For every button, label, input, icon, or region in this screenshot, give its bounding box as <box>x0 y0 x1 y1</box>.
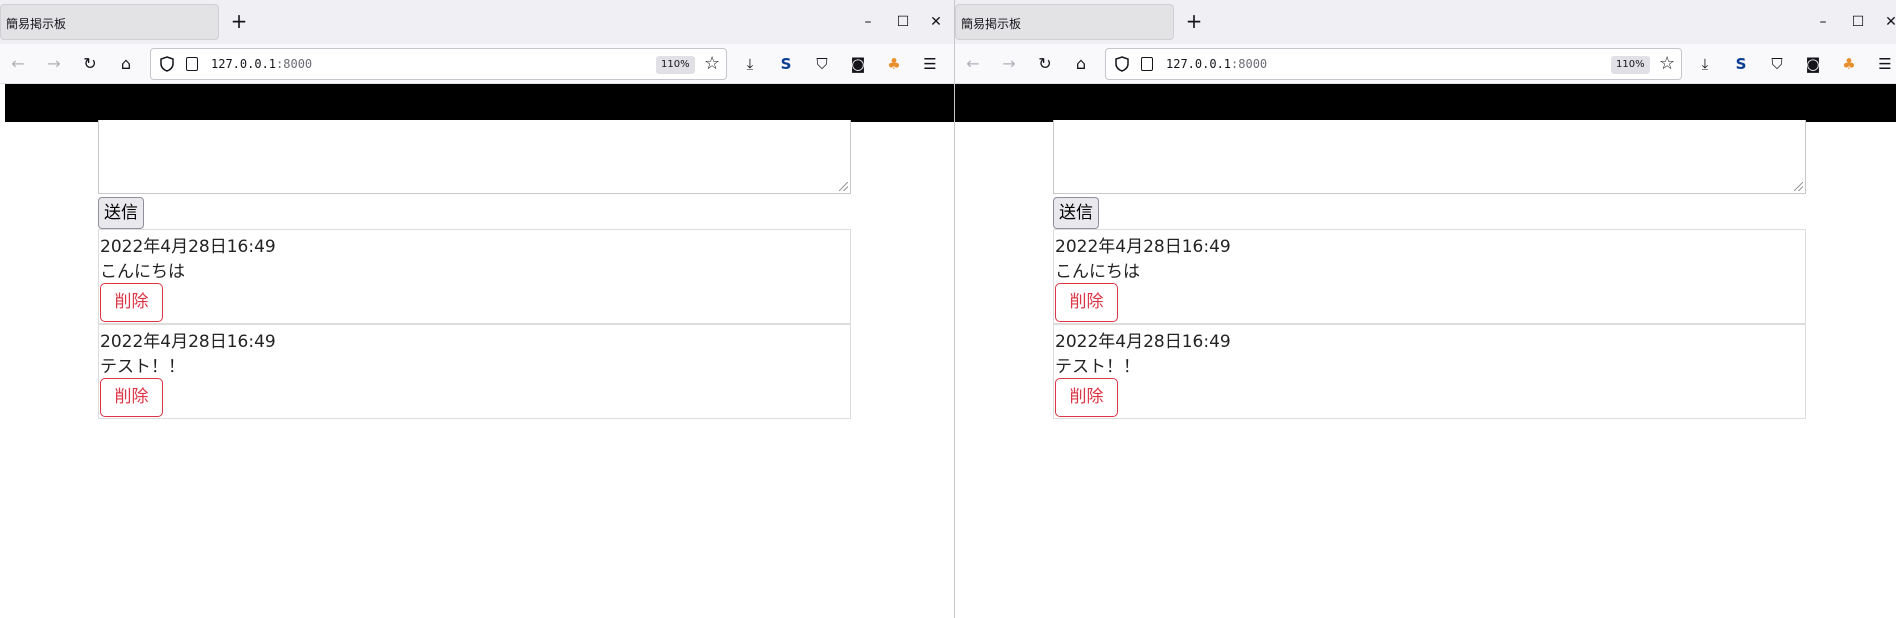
url-port: :8000 <box>1231 57 1268 71</box>
star-icon[interactable]: ☆ <box>1659 53 1675 75</box>
delete-button[interactable]: 削除 <box>100 378 163 417</box>
message-textarea[interactable] <box>98 120 851 194</box>
close-window-button[interactable]: ✕ <box>926 12 946 32</box>
resize-grip-icon[interactable] <box>1794 182 1803 191</box>
url-port: :8000 <box>276 57 313 71</box>
download-icon[interactable]: ⤓ <box>738 52 762 76</box>
zoom-indicator[interactable]: 110% <box>656 56 695 74</box>
minimize-button[interactable]: – <box>858 12 878 32</box>
post-item: 2022年4月28日16:49 テスト！！ 削除 <box>98 324 851 419</box>
post-content: こんにちは <box>100 262 185 282</box>
page-icon <box>1141 57 1153 71</box>
star-icon[interactable]: ☆ <box>704 53 720 75</box>
download-icon[interactable]: ⤓ <box>1693 52 1717 76</box>
post-date: 2022年4月28日16:49 <box>1055 332 1231 352</box>
url-text[interactable]: 127.0.0.1:8000 <box>1166 57 1267 71</box>
hamburger-menu-icon[interactable]: ☰ <box>918 52 942 76</box>
post-item: 2022年4月28日16:49 こんにちは 削除 <box>1053 229 1806 324</box>
tracking-shield-icon[interactable] <box>1114 56 1130 72</box>
browser-window-left: 簡易掲示板 + – ☐ ✕ ← → ↻ ⌂ 127.0.0.1:8000 110… <box>0 0 954 618</box>
post-date: 2022年4月28日16:49 <box>1055 237 1231 257</box>
navigation-toolbar: ← → ↻ ⌂ 127.0.0.1:8000 110% ☆ ⤓ S ⛉ ◙ ♣ … <box>0 44 954 84</box>
redacted-banner <box>955 84 1896 122</box>
url-text[interactable]: 127.0.0.1:8000 <box>211 57 312 71</box>
redacted-banner <box>5 84 954 122</box>
post-date: 2022年4月28日16:49 <box>100 237 276 257</box>
glasses-extension-icon[interactable]: ◙ <box>846 52 870 76</box>
resize-grip-icon[interactable] <box>839 182 848 191</box>
post-item: 2022年4月28日16:49 こんにちは 削除 <box>98 229 851 324</box>
tab-strip: 簡易掲示板 + – ☐ ✕ <box>0 0 954 44</box>
maximize-button[interactable]: ☐ <box>1848 12 1868 32</box>
post-content: テスト！！ <box>100 357 185 377</box>
home-icon[interactable]: ⌂ <box>114 52 138 76</box>
url-bar[interactable]: 127.0.0.1:8000 110% ☆ <box>1105 48 1682 80</box>
reload-icon[interactable]: ↻ <box>1033 52 1057 76</box>
url-bar[interactable]: 127.0.0.1:8000 110% ☆ <box>150 48 727 80</box>
submit-button[interactable]: 送信 <box>98 197 144 229</box>
post-content: テスト！！ <box>1055 357 1140 377</box>
message-textarea[interactable] <box>1053 120 1806 194</box>
post-item: 2022年4月28日16:49 テスト！！ 削除 <box>1053 324 1806 419</box>
hamburger-menu-icon[interactable]: ☰ <box>1873 52 1896 76</box>
forward-arrow-icon[interactable]: → <box>42 52 66 76</box>
minimize-button[interactable]: – <box>1813 12 1833 32</box>
browser-window-right: 簡易掲示板 + – ☐ ✕ ← → ↻ ⌂ 127.0.0.1:8000 110… <box>955 0 1896 618</box>
tab-active[interactable]: 簡易掲示板 <box>0 4 219 40</box>
new-tab-button[interactable]: + <box>226 9 252 35</box>
zoom-indicator[interactable]: 110% <box>1611 56 1650 74</box>
reload-icon[interactable]: ↻ <box>78 52 102 76</box>
back-arrow-icon[interactable]: ← <box>6 52 30 76</box>
screen: 簡易掲示板 + – ☐ ✕ ← → ↻ ⌂ 127.0.0.1:8000 110… <box>0 0 1896 618</box>
close-window-button[interactable]: ✕ <box>1881 12 1896 32</box>
s-extension-icon[interactable]: S <box>1729 52 1753 76</box>
tab-title: 簡易掲示板 <box>6 17 67 31</box>
delete-button[interactable]: 削除 <box>1055 378 1118 417</box>
maximize-button[interactable]: ☐ <box>893 12 913 32</box>
tab-strip: 簡易掲示板 + – ☐ ✕ <box>955 0 1896 44</box>
glasses-extension-icon[interactable]: ◙ <box>1801 52 1825 76</box>
ublock-icon[interactable]: ⛉ <box>1765 52 1789 76</box>
forward-arrow-icon[interactable]: → <box>997 52 1021 76</box>
post-content: こんにちは <box>1055 262 1140 282</box>
puzzle-extension-icon[interactable]: ♣ <box>1837 52 1861 76</box>
puzzle-extension-icon[interactable]: ♣ <box>882 52 906 76</box>
delete-button[interactable]: 削除 <box>1055 283 1118 322</box>
url-host: 127.0.0.1 <box>211 57 277 71</box>
page-content: 送信 2022年4月28日16:49 こんにちは 削除 2022年4月28日16… <box>0 120 954 618</box>
back-arrow-icon[interactable]: ← <box>961 52 985 76</box>
post-date: 2022年4月28日16:49 <box>100 332 276 352</box>
s-extension-icon[interactable]: S <box>774 52 798 76</box>
navigation-toolbar: ← → ↻ ⌂ 127.0.0.1:8000 110% ☆ ⤓ S ⛉ ◙ ♣ … <box>955 44 1896 84</box>
tab-title: 簡易掲示板 <box>961 17 1022 31</box>
tab-active[interactable]: 簡易掲示板 <box>955 4 1174 40</box>
tracking-shield-icon[interactable] <box>159 56 175 72</box>
submit-button[interactable]: 送信 <box>1053 197 1099 229</box>
page-icon <box>186 57 198 71</box>
page-content: 送信 2022年4月28日16:49 こんにちは 削除 2022年4月28日16… <box>955 120 1896 618</box>
new-tab-button[interactable]: + <box>1181 9 1207 35</box>
home-icon[interactable]: ⌂ <box>1069 52 1093 76</box>
delete-button[interactable]: 削除 <box>100 283 163 322</box>
ublock-icon[interactable]: ⛉ <box>810 52 834 76</box>
url-host: 127.0.0.1 <box>1166 57 1232 71</box>
